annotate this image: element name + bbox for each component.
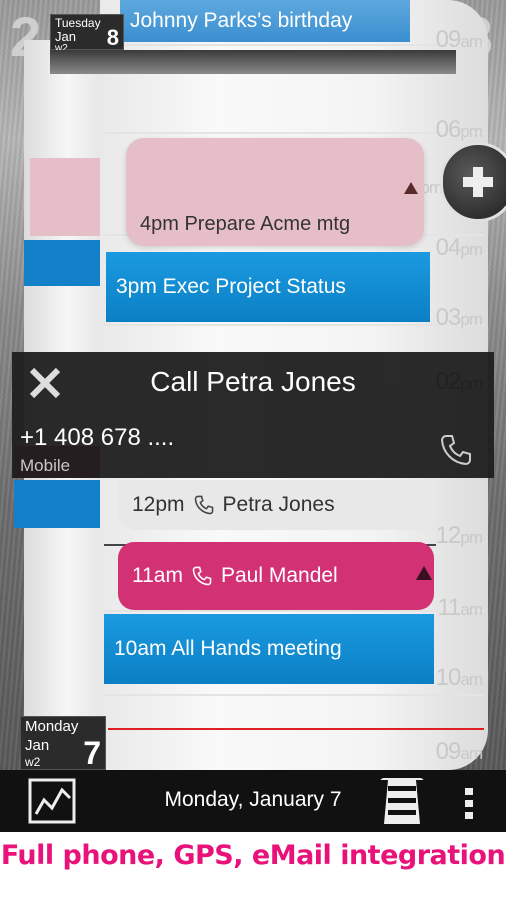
promo-caption: Full phone, GPS, eMail integration bbox=[0, 840, 506, 871]
expand-triangle-icon[interactable] bbox=[404, 182, 418, 194]
event-label: 3pm Exec Project Status bbox=[116, 275, 346, 298]
date-day: 7 bbox=[83, 735, 101, 771]
bottom-toolbar: Monday, January 7 bbox=[0, 770, 506, 832]
event-label: 10am All Hands meeting bbox=[114, 637, 342, 660]
event-petra-jones[interactable]: 12pm Petra Jones bbox=[118, 480, 436, 530]
hour-line bbox=[104, 44, 484, 46]
event-prepare-acme[interactable]: 4pm Prepare Acme mtg bbox=[126, 138, 424, 246]
date-day: 8 bbox=[106, 25, 119, 50]
date-month: Jan bbox=[25, 737, 50, 754]
left-pink-strip bbox=[30, 158, 108, 236]
event-label: Johnny Parks's birthday bbox=[130, 9, 353, 32]
event-birthday[interactable]: Johnny Parks's birthday bbox=[120, 0, 410, 42]
hour-label: 10am bbox=[435, 664, 483, 691]
date-week: w2 bbox=[25, 755, 41, 769]
add-event-button[interactable] bbox=[440, 142, 506, 222]
event-paul-mandel[interactable]: 11am Paul Mandel bbox=[118, 542, 434, 610]
hour-label: 09am bbox=[435, 738, 483, 765]
call-number[interactable]: +1 408 678 .... bbox=[20, 424, 174, 452]
overflow-menu-icon[interactable] bbox=[462, 786, 476, 820]
event-time: 11am bbox=[132, 564, 183, 587]
hour-label: 04pm bbox=[435, 234, 483, 261]
hour-line bbox=[104, 694, 484, 696]
current-time-line bbox=[108, 728, 484, 730]
hour-label: 11am bbox=[437, 594, 483, 621]
date-weekday: Monday bbox=[25, 718, 79, 735]
phone-icon bbox=[192, 566, 212, 586]
phone-icon[interactable] bbox=[438, 432, 474, 468]
roller-icon[interactable] bbox=[378, 776, 426, 826]
event-time: 12pm bbox=[132, 493, 185, 516]
date-badge-top[interactable]: Tuesday Jan w2 8 bbox=[50, 14, 124, 54]
event-name: Paul Mandel bbox=[220, 564, 338, 587]
date-month: Jan bbox=[55, 29, 76, 44]
call-panel[interactable]: Call Petra Jones +1 408 678 .... Mobile bbox=[12, 352, 494, 478]
call-title: Call Petra Jones bbox=[150, 366, 356, 397]
expand-triangle-icon[interactable] bbox=[416, 566, 432, 580]
hour-label: 03pm bbox=[435, 304, 483, 331]
plus-icon bbox=[463, 167, 493, 197]
date-weekday: Tuesday bbox=[55, 16, 101, 30]
hour-label: 06pm bbox=[435, 116, 483, 143]
phone-icon bbox=[194, 495, 213, 515]
bottom-bar-title[interactable]: Monday, January 7 bbox=[0, 788, 506, 812]
left-blue-strip bbox=[24, 240, 108, 286]
event-label: 4pm Prepare Acme mtg bbox=[140, 213, 351, 235]
hour-label: 12pm bbox=[435, 522, 483, 549]
hour-line bbox=[104, 132, 484, 134]
event-all-hands[interactable]: 10am All Hands meeting bbox=[104, 614, 434, 684]
hour-line bbox=[104, 610, 484, 612]
hour-line bbox=[104, 324, 484, 326]
drum-top-shadow bbox=[50, 50, 456, 74]
left-blue-strip-2 bbox=[14, 480, 102, 528]
date-badge-bottom[interactable]: Monday Jan w2 7 bbox=[20, 716, 106, 771]
call-type: Mobile bbox=[20, 456, 71, 475]
event-name: Petra Jones bbox=[222, 493, 335, 516]
event-exec-status[interactable]: 3pm Exec Project Status bbox=[106, 252, 430, 322]
